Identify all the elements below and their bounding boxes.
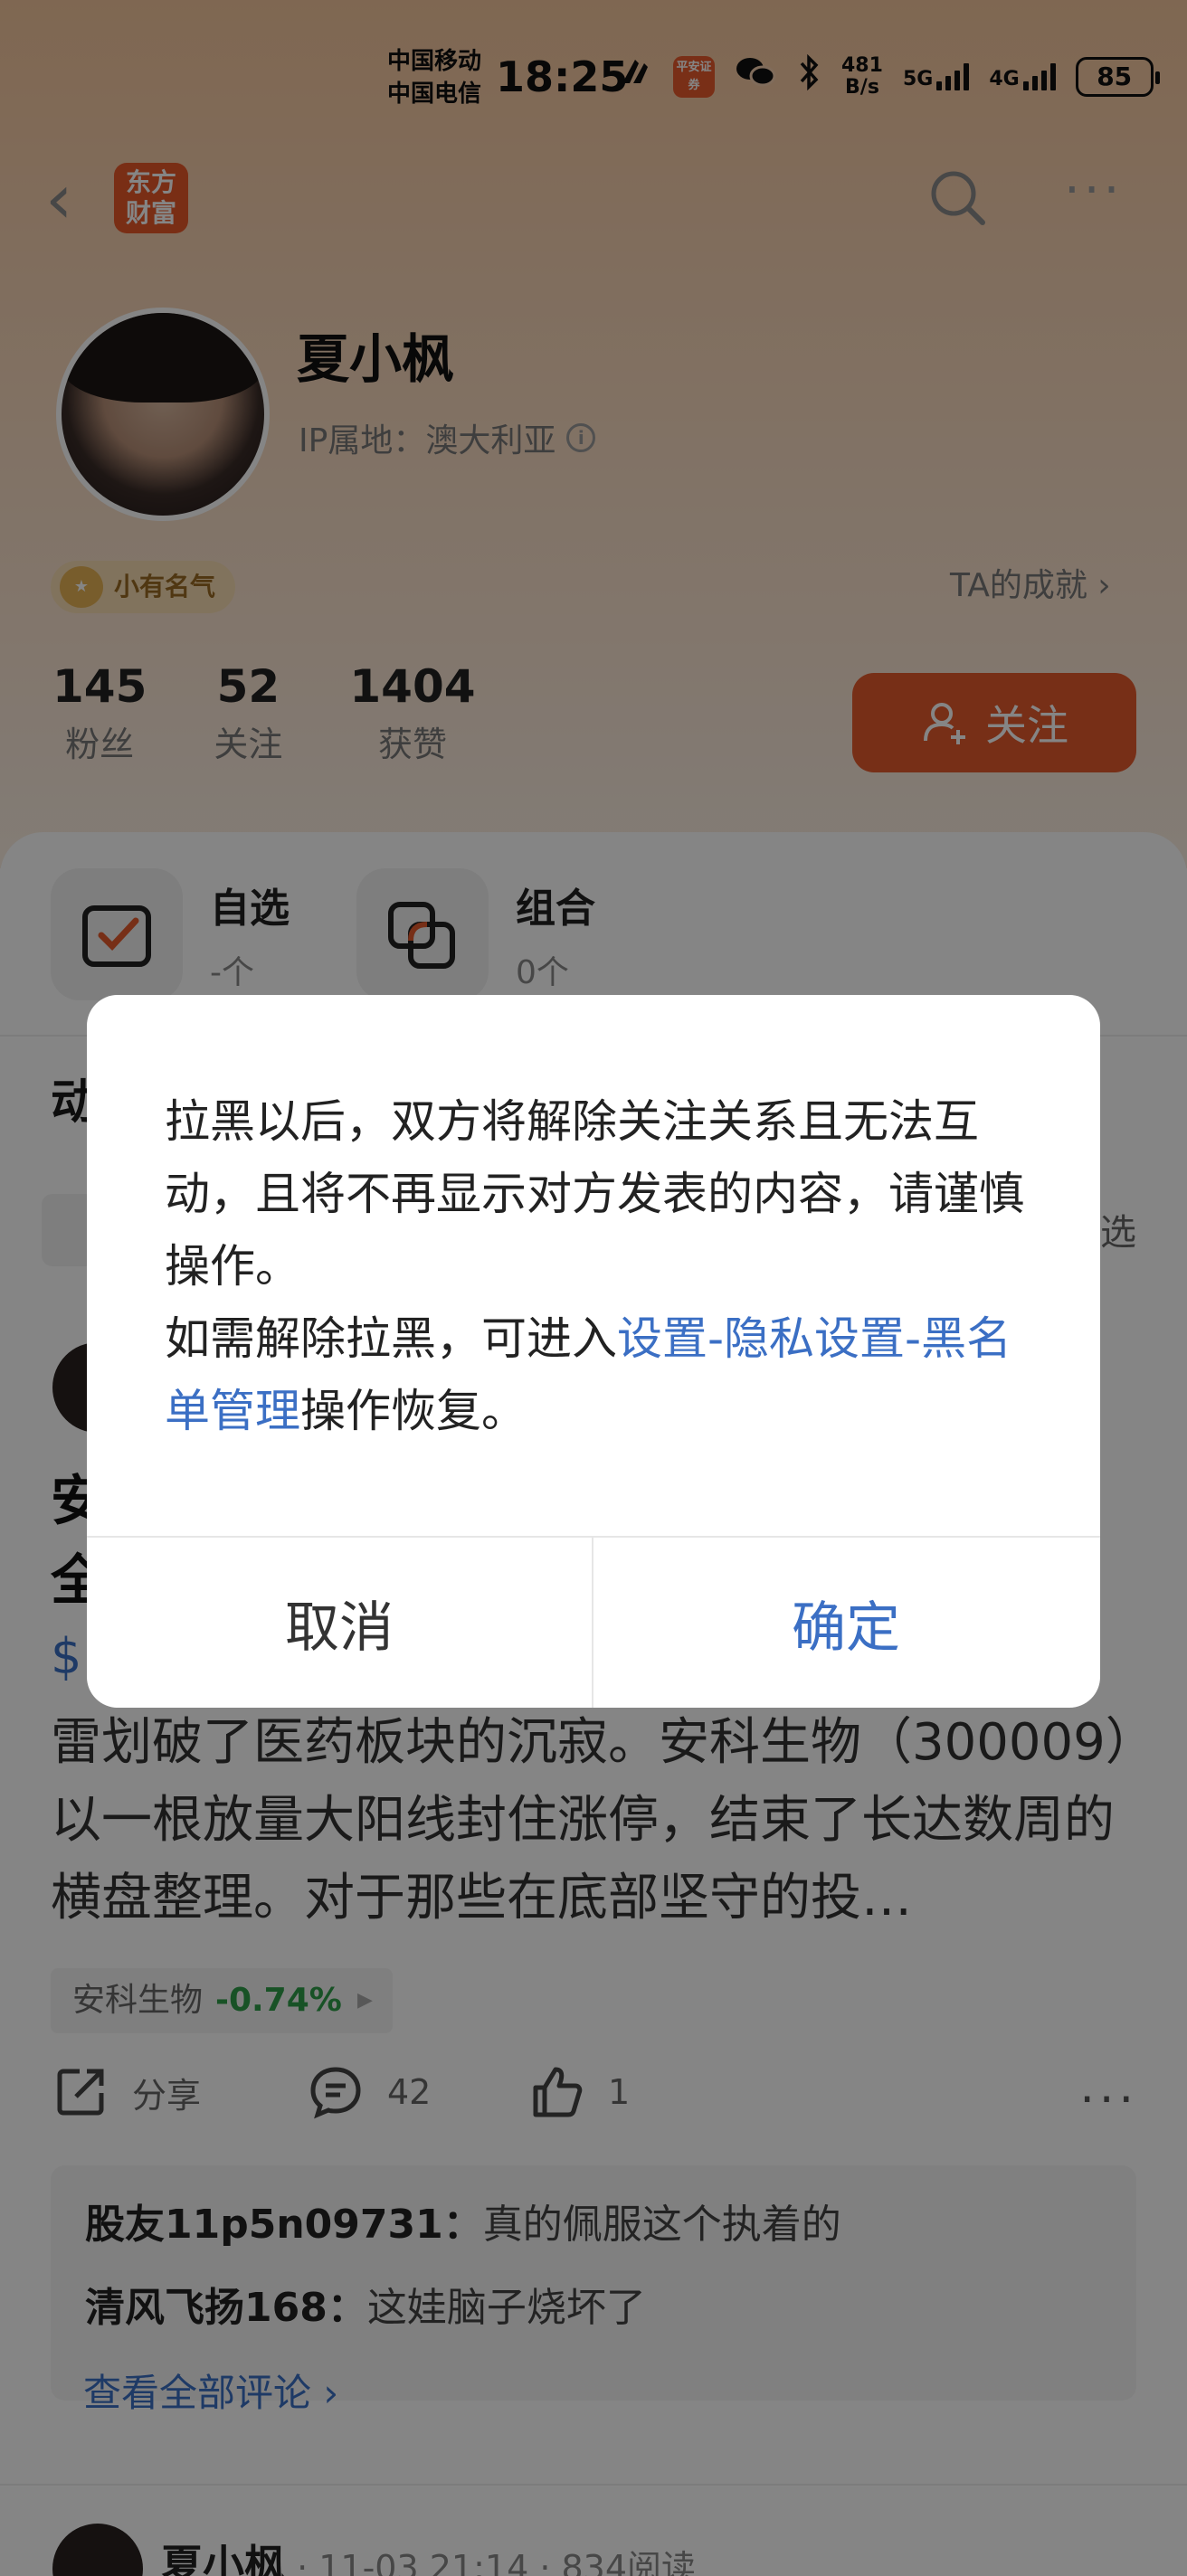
block-confirm-dialog: 拉黑以后，双方将解除关注关系且无法互动，且将不再显示对方发表的内容，请谨慎操作。… — [87, 995, 1100, 1708]
dialog-hint: 如需解除拉黑，可进入设置-隐私设置-黑名单管理操作恢复。 — [165, 1302, 1024, 1447]
dialog-warning-text: 拉黑以后，双方将解除关注关系且无法互动，且将不再显示对方发表的内容，请谨慎操作。 — [165, 1095, 1024, 1293]
dialog-hint-suffix: 操作恢复。 — [300, 1385, 527, 1437]
confirm-button[interactable]: 确定 — [594, 1538, 1098, 1708]
cancel-button[interactable]: 取消 — [87, 1538, 592, 1708]
dialog-message: 拉黑以后，双方将解除关注关系且无法互动，且将不再显示对方发表的内容，请谨慎操作。… — [165, 1085, 1024, 1447]
dialog-hint-prefix: 如需解除拉黑，可进入 — [165, 1312, 617, 1365]
